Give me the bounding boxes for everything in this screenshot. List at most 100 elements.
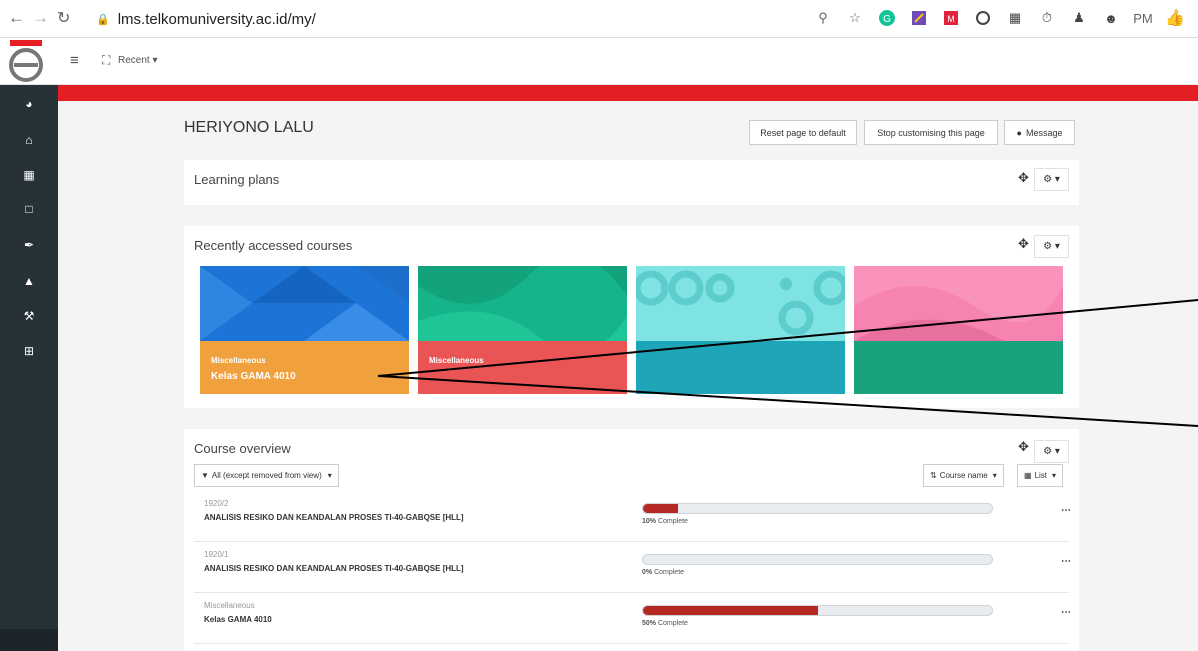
list-view-icon: ▦	[1024, 471, 1032, 480]
page-title: HERIYONO LALU	[184, 119, 314, 136]
sidebar-footer	[0, 629, 58, 651]
course-image	[636, 266, 845, 341]
caret-down-icon: ▾	[327, 471, 332, 480]
progress-bar	[642, 503, 993, 514]
site-header: ≡ ⛶ Recent ▾	[0, 38, 1198, 85]
course-overview-block: Course overview ✥ ⚙ ▾ ▼ All (except remo…	[184, 429, 1079, 651]
grid-icon[interactable]: ▦	[1006, 9, 1024, 27]
course-name[interactable]: ANALISIS RESIKO DAN KEANDALAN PROSES TI-…	[204, 513, 464, 522]
course-term: Miscellaneous	[204, 601, 255, 610]
block-actions-gear-icon[interactable]: ⚙ ▾	[1034, 235, 1069, 258]
course-name[interactable]: Kelas GAMA 4010	[211, 371, 296, 382]
course-row[interactable]: 1920/2 ANALISIS RESIKO DAN KEANDALAN PRO…	[194, 491, 1071, 542]
zoom-icon[interactable]: ⚲	[814, 9, 832, 27]
profile-initials[interactable]: PM	[1133, 9, 1153, 27]
course-name[interactable]: ANALISIS RESIKO DAN KEANDALAN PROSES TI-…	[204, 564, 464, 573]
learning-plans-block: Learning plans ✥ ⚙ ▾	[184, 160, 1079, 205]
course-band: Miscellaneous	[418, 341, 627, 394]
filter-label: All (except removed from view)	[211, 471, 322, 480]
filter-icon: ▼	[201, 471, 209, 480]
address-bar[interactable]: 🔒 lms.telkomuniversity.ac.id/my/	[96, 7, 316, 31]
menu-icon[interactable]: ≡	[70, 52, 79, 69]
progress-bar	[642, 554, 993, 565]
block-actions-gear-icon[interactable]: ⚙ ▾	[1034, 168, 1069, 191]
extension-icon[interactable]: M	[942, 9, 960, 27]
file-icon[interactable]: □	[0, 199, 58, 219]
home-icon[interactable]: ⌂	[0, 130, 58, 150]
site-logo[interactable]	[6, 40, 46, 82]
view-label: List	[1034, 471, 1048, 480]
view-dropdown[interactable]: ▦ List ▾	[1017, 464, 1064, 487]
recent-dropdown[interactable]: Recent ▾	[118, 55, 158, 66]
progress-label: 0% Complete	[642, 569, 685, 576]
svg-text:G: G	[883, 14, 891, 25]
thumbs-up-icon[interactable]: 👍	[1165, 9, 1185, 27]
url-text: lms.telkomuniversity.ac.id/my/	[117, 10, 316, 28]
recent-courses-block: Recently accessed courses ✥ ⚙ ▾ Miscella…	[184, 226, 1079, 408]
stop-customising-button[interactable]: Stop customising this page	[864, 120, 998, 145]
course-category: Miscellaneous	[429, 356, 484, 365]
progress-bar	[642, 605, 993, 616]
caret-down-icon: ▾	[1052, 471, 1057, 480]
sort-label: Course name	[939, 471, 988, 480]
extension-icon[interactable]	[910, 9, 928, 27]
course-tile[interactable]: Miscellaneous Kelas GAMA 4010	[200, 266, 409, 394]
wrench-icon[interactable]: ⚒	[0, 306, 58, 326]
accent-band	[58, 85, 1198, 101]
progress-fill	[643, 504, 678, 513]
course-category: Miscellaneous	[211, 356, 266, 365]
more-actions-icon[interactable]: ⋯	[1061, 607, 1071, 618]
message-button[interactable]: ● Message	[1004, 120, 1075, 145]
move-icon[interactable]: ✥	[1018, 236, 1029, 252]
course-row[interactable]: Miscellaneous Kelas GAMA 4010 50% Comple…	[194, 593, 1071, 644]
profile-icon[interactable]: ☻	[1102, 9, 1120, 27]
course-tile[interactable]	[636, 266, 845, 394]
extension-icon[interactable]	[974, 9, 992, 27]
course-name[interactable]: Kelas GAMA 4010	[204, 615, 272, 624]
sort-icon: ⇅	[930, 471, 937, 480]
course-term: 1920/1	[204, 550, 229, 559]
brush-icon[interactable]: ✒	[0, 235, 58, 255]
move-icon[interactable]: ✥	[1018, 170, 1029, 186]
move-icon[interactable]: ✥	[1018, 439, 1029, 455]
dashboard-icon[interactable]: ◕	[0, 94, 58, 114]
course-band: Miscellaneous Kelas GAMA 4010	[200, 341, 409, 394]
svg-text:M: M	[947, 14, 955, 24]
more-actions-icon[interactable]: ⋯	[1061, 505, 1071, 516]
message-label: Message	[1025, 127, 1063, 138]
forward-arrow-icon[interactable]: →	[32, 8, 49, 28]
chat-icon: ●	[1016, 127, 1022, 138]
extension-icon[interactable]: ♟	[1070, 9, 1088, 27]
add-block-icon[interactable]: ⊞	[0, 341, 58, 361]
fullscreen-icon[interactable]: ⛶	[102, 53, 110, 68]
caret-down-icon: ▾	[992, 471, 997, 480]
progress-label: 10% Complete	[642, 518, 688, 525]
main-content: HERIYONO LALU Reset page to default Stop…	[58, 101, 1198, 651]
course-tile[interactable]: Miscellaneous	[418, 266, 627, 394]
course-band	[854, 341, 1063, 394]
course-image	[854, 266, 1063, 352]
grammarly-icon[interactable]: G	[878, 9, 896, 27]
course-tile[interactable]	[854, 266, 1063, 394]
lock-icon: 🔒	[96, 13, 110, 26]
graduation-cap-icon[interactable]: ▲	[0, 271, 58, 291]
block-title: Course overview	[194, 441, 291, 456]
block-actions-gear-icon[interactable]: ⚙ ▾	[1034, 440, 1069, 463]
course-row[interactable]: 1920/1 ANALISIS RESIKO DAN KEANDALAN PRO…	[194, 542, 1071, 593]
course-band	[636, 341, 845, 394]
sidebar: ◕ ⌂ ▦ □ ✒ ▲ ⚒ ⊞	[0, 85, 58, 651]
more-actions-icon[interactable]: ⋯	[1061, 556, 1071, 567]
reload-icon[interactable]: ↻	[57, 8, 70, 28]
filter-dropdown[interactable]: ▼ All (except removed from view) ▾	[194, 464, 339, 487]
calendar-icon[interactable]: ▦	[0, 165, 58, 185]
progress-label: 50% Complete	[642, 620, 688, 627]
block-title: Recently accessed courses	[194, 238, 353, 253]
course-image	[200, 266, 409, 341]
progress-fill	[643, 606, 818, 615]
reset-page-button[interactable]: Reset page to default	[749, 120, 857, 145]
timer-icon[interactable]: ⏱	[1038, 9, 1056, 27]
course-image	[418, 266, 627, 352]
star-icon[interactable]: ☆	[846, 9, 864, 27]
back-arrow-icon[interactable]: ←	[8, 8, 25, 28]
sort-dropdown[interactable]: ⇅ Course name ▾	[923, 464, 1004, 487]
